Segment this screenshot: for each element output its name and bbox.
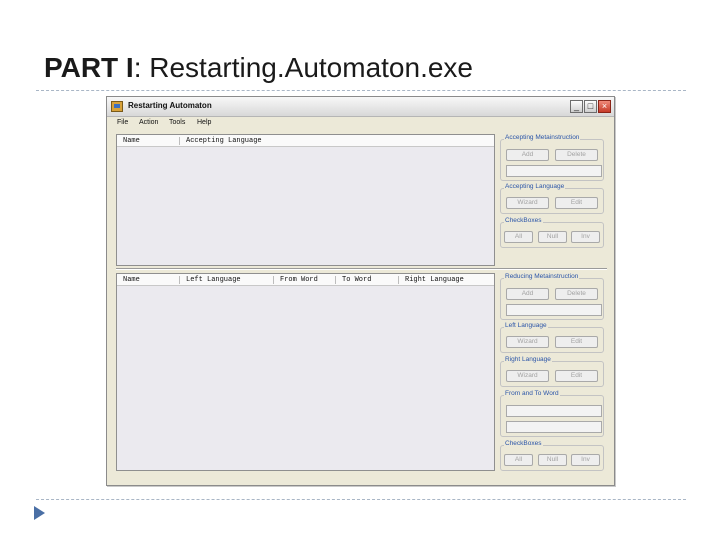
reducing-list-view[interactable]: Name Left Language From Word To Word Rig… [116,273,495,471]
edit-button[interactable]: Edit [555,197,598,209]
wizard-button[interactable]: Wizard [506,336,549,348]
app-window: Restarting Automaton _ □ × File Action T… [106,96,615,486]
edit-button[interactable]: Edit [555,336,598,348]
slide-title-rest: : Restarting.Automaton.exe [133,52,473,83]
window-title: Restarting Automaton [128,101,212,110]
delete-button[interactable]: Delete [555,149,598,161]
all-button[interactable]: All [504,454,533,466]
column-separator [179,276,180,284]
group-checkboxes: CheckBoxes All Null Inv [500,440,604,471]
app-icon [111,101,123,112]
add-button[interactable]: Add [506,149,549,161]
menu-bar: File Action Tools Help [107,117,614,131]
null-button[interactable]: Null [538,231,567,243]
group-from-and-to-word: From and To Word [500,390,604,437]
group-checkboxes: CheckBoxes All Null Inv [500,217,604,248]
column-left-language[interactable]: Left Language [186,276,241,284]
group-reducing-metainstruction: Reducing Metainstruction Add Delete [500,273,604,320]
accepting-metainstruction-input[interactable] [506,165,602,177]
group-label: Left Language [504,322,548,329]
group-label: From and To Word [504,390,560,397]
column-right-language[interactable]: Right Language [405,276,464,284]
menu-tools[interactable]: Tools [169,119,185,126]
menu-file[interactable]: File [117,119,128,126]
accepting-list-header: Name Accepting Language [117,135,494,147]
group-accepting-metainstruction: Accepting Metainstruction Add Delete [500,134,604,181]
inv-button[interactable]: Inv [571,231,600,243]
add-button[interactable]: Add [506,288,549,300]
wizard-button[interactable]: Wizard [506,197,549,209]
top-divider [36,90,686,91]
column-name[interactable]: Name [123,276,140,284]
column-separator [335,276,336,284]
title-bar[interactable]: Restarting Automaton _ □ × [107,97,614,117]
all-button[interactable]: All [504,231,533,243]
group-label: Accepting Metainstruction [504,134,581,141]
group-right-language: Right Language Wizard Edit [500,356,604,387]
group-label: Accepting Language [504,183,566,190]
group-left-language: Left Language Wizard Edit [500,322,604,353]
edit-button[interactable]: Edit [555,370,598,382]
column-separator [179,137,180,145]
delete-button[interactable]: Delete [555,288,598,300]
accepting-list-view[interactable]: Name Accepting Language [116,134,495,266]
column-from-word[interactable]: From Word [280,276,318,284]
column-accepting-language[interactable]: Accepting Language [186,137,262,145]
menu-action[interactable]: Action [139,119,158,126]
maximize-button[interactable]: □ [584,100,597,113]
column-to-word[interactable]: To Word [342,276,371,284]
group-label: Reducing Metainstruction [504,273,580,280]
group-accepting-language: Accepting Language Wizard Edit [500,183,604,214]
bullet-arrow-icon [34,506,45,520]
splitter[interactable] [116,268,607,270]
bottom-divider [36,499,686,500]
minimize-button[interactable]: _ [570,100,583,113]
group-label: CheckBoxes [504,440,543,447]
menu-help[interactable]: Help [197,119,211,126]
from-word-input[interactable] [506,405,602,417]
null-button[interactable]: Null [538,454,567,466]
reducing-metainstruction-input[interactable] [506,304,602,316]
column-separator [273,276,274,284]
column-separator [398,276,399,284]
to-word-input[interactable] [506,421,602,433]
slide-title-part: PART I [44,52,134,83]
reducing-list-header: Name Left Language From Word To Word Rig… [117,274,494,286]
slide-title: PART I: Restarting.Automaton.exe [44,52,473,84]
wizard-button[interactable]: Wizard [506,370,549,382]
group-label: Right Language [504,356,552,363]
inv-button[interactable]: Inv [571,454,600,466]
close-button[interactable]: × [598,100,611,113]
group-label: CheckBoxes [504,217,543,224]
column-name[interactable]: Name [123,137,140,145]
